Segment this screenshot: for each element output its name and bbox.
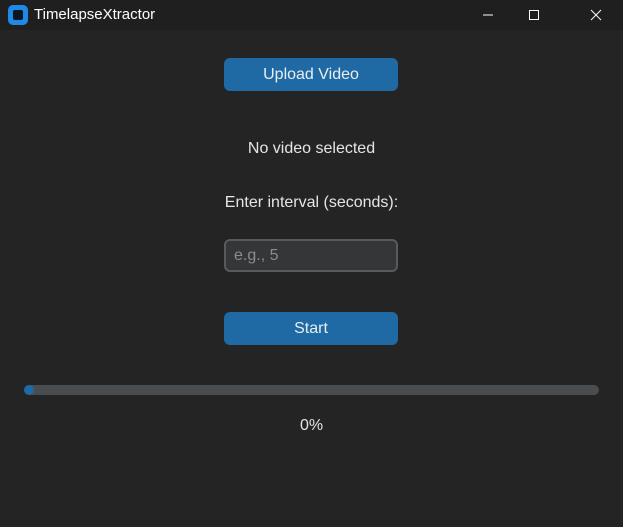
close-button[interactable] xyxy=(573,0,619,30)
upload-video-button[interactable]: Upload Video xyxy=(224,58,398,91)
interval-input[interactable] xyxy=(224,239,398,272)
video-status-label: No video selected xyxy=(247,140,376,157)
interval-label: Enter interval (seconds): xyxy=(224,194,399,211)
start-button[interactable]: Start xyxy=(224,312,398,345)
window-title: TimelapseXtractor xyxy=(34,6,156,23)
maximize-icon xyxy=(529,10,539,20)
app-window: TimelapseXtractor Upload Video No video … xyxy=(0,0,623,527)
minimize-icon xyxy=(483,14,493,16)
app-icon xyxy=(8,5,28,25)
close-icon xyxy=(590,9,602,21)
minimize-button[interactable] xyxy=(465,0,511,30)
maximize-button[interactable] xyxy=(511,0,557,30)
progress-bar xyxy=(24,385,599,395)
progress-fill xyxy=(24,385,34,395)
progress-percent-label: 0% xyxy=(299,417,324,434)
title-bar[interactable]: TimelapseXtractor xyxy=(0,0,623,30)
